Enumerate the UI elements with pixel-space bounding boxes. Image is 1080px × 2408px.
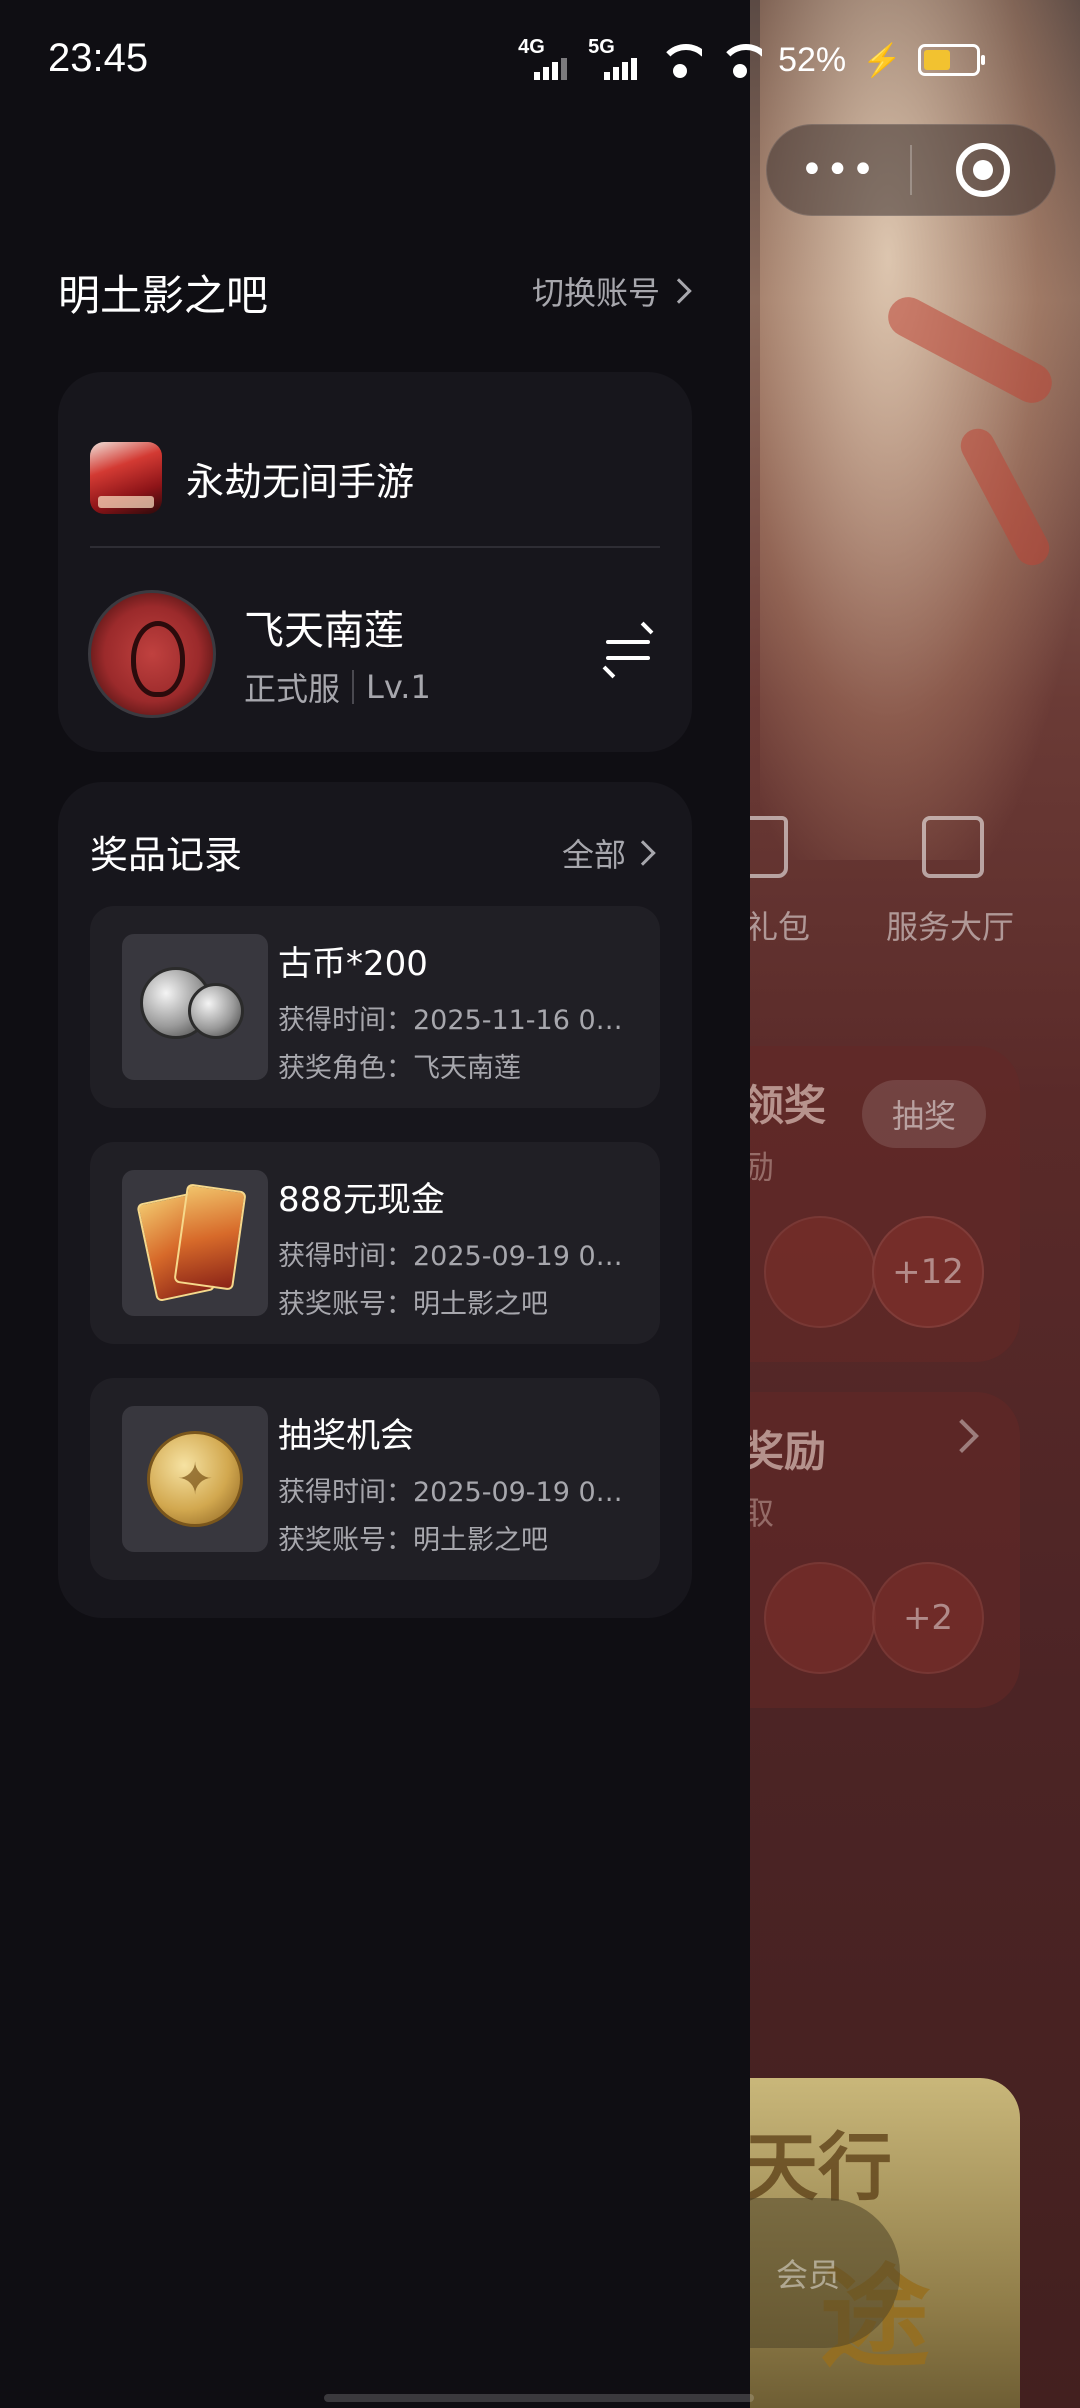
battery-icon <box>918 44 985 76</box>
wifi-plus-icon <box>658 40 703 80</box>
shortcut-service-hall-label[interactable]: 服务大厅 <box>886 902 1014 948</box>
role-level: Lv.1 <box>366 668 431 706</box>
chevron-right-icon <box>666 278 692 304</box>
more-dots-icon[interactable]: ••• <box>767 147 910 193</box>
game-app-icon <box>90 442 162 514</box>
shortcut-gift-label[interactable]: 礼包 <box>746 902 810 948</box>
rewards-panel-title: 奖励 <box>742 1427 827 1476</box>
prize-thumb <box>122 1170 268 1316</box>
meta-divider <box>352 670 355 704</box>
switch-account-label: 切换账号 <box>531 274 660 312</box>
status-icons: 4G 5G 52% ⚡ <box>518 36 985 80</box>
home-indicator <box>324 2394 754 2402</box>
view-all-label: 全部 <box>561 836 626 874</box>
switch-account-button[interactable]: 切换账号 <box>531 268 692 314</box>
view-all-prizes-button[interactable]: 全部 <box>561 830 656 876</box>
prize-recipient: 获奖账号：明土影之吧 <box>278 1525 548 1556</box>
wifi-icon <box>718 40 763 80</box>
lottery-panel-title: 领奖 <box>742 1081 827 1130</box>
reward-more-count[interactable]: +12 <box>872 1216 984 1328</box>
role-meta: 正式服 Lv.1 <box>244 664 431 710</box>
status-time: 23:45 <box>48 36 149 80</box>
prize-item[interactable]: ✦ 抽奖机会 获得时间：2025-09-19 07:… 获奖账号：明土影之吧 <box>90 1378 660 1580</box>
reward-thumb <box>764 1216 876 1328</box>
prize-records-title: 奖品记录 <box>90 833 243 877</box>
account-name: 明土影之吧 <box>58 271 269 320</box>
lottery-button[interactable]: 抽奖 <box>862 1080 986 1148</box>
battery-percent: 52% <box>778 40 847 79</box>
silver-coins-icon <box>140 967 250 1047</box>
charging-bolt-icon: ⚡ <box>862 42 902 78</box>
mini-program-capsule: ••• <box>766 124 1056 216</box>
prize-recipient: 获奖角色：飞天南莲 <box>278 1053 521 1084</box>
target-circle-icon[interactable] <box>912 143 1055 197</box>
prize-name: 抽奖机会 <box>278 1416 414 1456</box>
divider <box>90 546 660 548</box>
reward-more-count[interactable]: +2 <box>872 1562 984 1674</box>
game-title: 永劫无间手游 <box>186 459 415 504</box>
prize-thumb <box>122 934 268 1080</box>
signal-4g-icon: 4G <box>518 36 572 80</box>
prize-item[interactable]: 古币*200 获得时间：2025-11-16 08:… 获奖角色：飞天南莲 <box>90 906 660 1108</box>
role-server: 正式服 <box>244 670 341 708</box>
network-label: 4G <box>518 36 545 58</box>
chevron-right-icon <box>630 840 656 866</box>
avatar <box>88 590 216 718</box>
prize-item[interactable]: 888元现金 获得时间：2025-09-19 07:… 获奖账号：明土影之吧 <box>90 1142 660 1344</box>
drawer-header: 明土影之吧 切换账号 <box>58 262 692 320</box>
role-name: 飞天南莲 <box>244 608 404 654</box>
prize-time: 获得时间：2025-09-19 07:… <box>278 1477 634 1508</box>
prize-name: 888元现金 <box>278 1180 445 1220</box>
signal-5g-icon: 5G <box>588 36 642 80</box>
prize-records-card: 奖品记录 全部 古币*200 获得时间：2025-11-16 08:… 获奖角色… <box>58 782 692 1618</box>
reward-thumb <box>764 1562 876 1674</box>
network-label: 5G <box>588 36 615 58</box>
prize-thumb: ✦ <box>122 1406 268 1552</box>
gold-coin-icon: ✦ <box>147 1431 243 1527</box>
status-bar: 23:45 4G 5G 52% ⚡ <box>0 0 1080 120</box>
prize-time: 获得时间：2025-11-16 08:… <box>278 1005 634 1036</box>
cash-cards-icon <box>136 1183 250 1303</box>
game-row[interactable]: 永劫无间手游 <box>90 442 414 514</box>
prize-name: 古币*200 <box>278 944 428 984</box>
heart-square-icon[interactable] <box>922 816 984 878</box>
prize-time: 获得时间：2025-09-19 07:… <box>278 1241 634 1272</box>
swap-arrows-icon[interactable] <box>606 622 650 676</box>
account-drawer: 明土影之吧 切换账号 永劫无间手游 飞天南莲 正式服 Lv.1 奖品记录 全部 <box>0 0 750 2408</box>
game-role-card: 永劫无间手游 飞天南莲 正式服 Lv.1 <box>58 372 692 752</box>
prize-recipient: 获奖账号：明土影之吧 <box>278 1289 548 1320</box>
